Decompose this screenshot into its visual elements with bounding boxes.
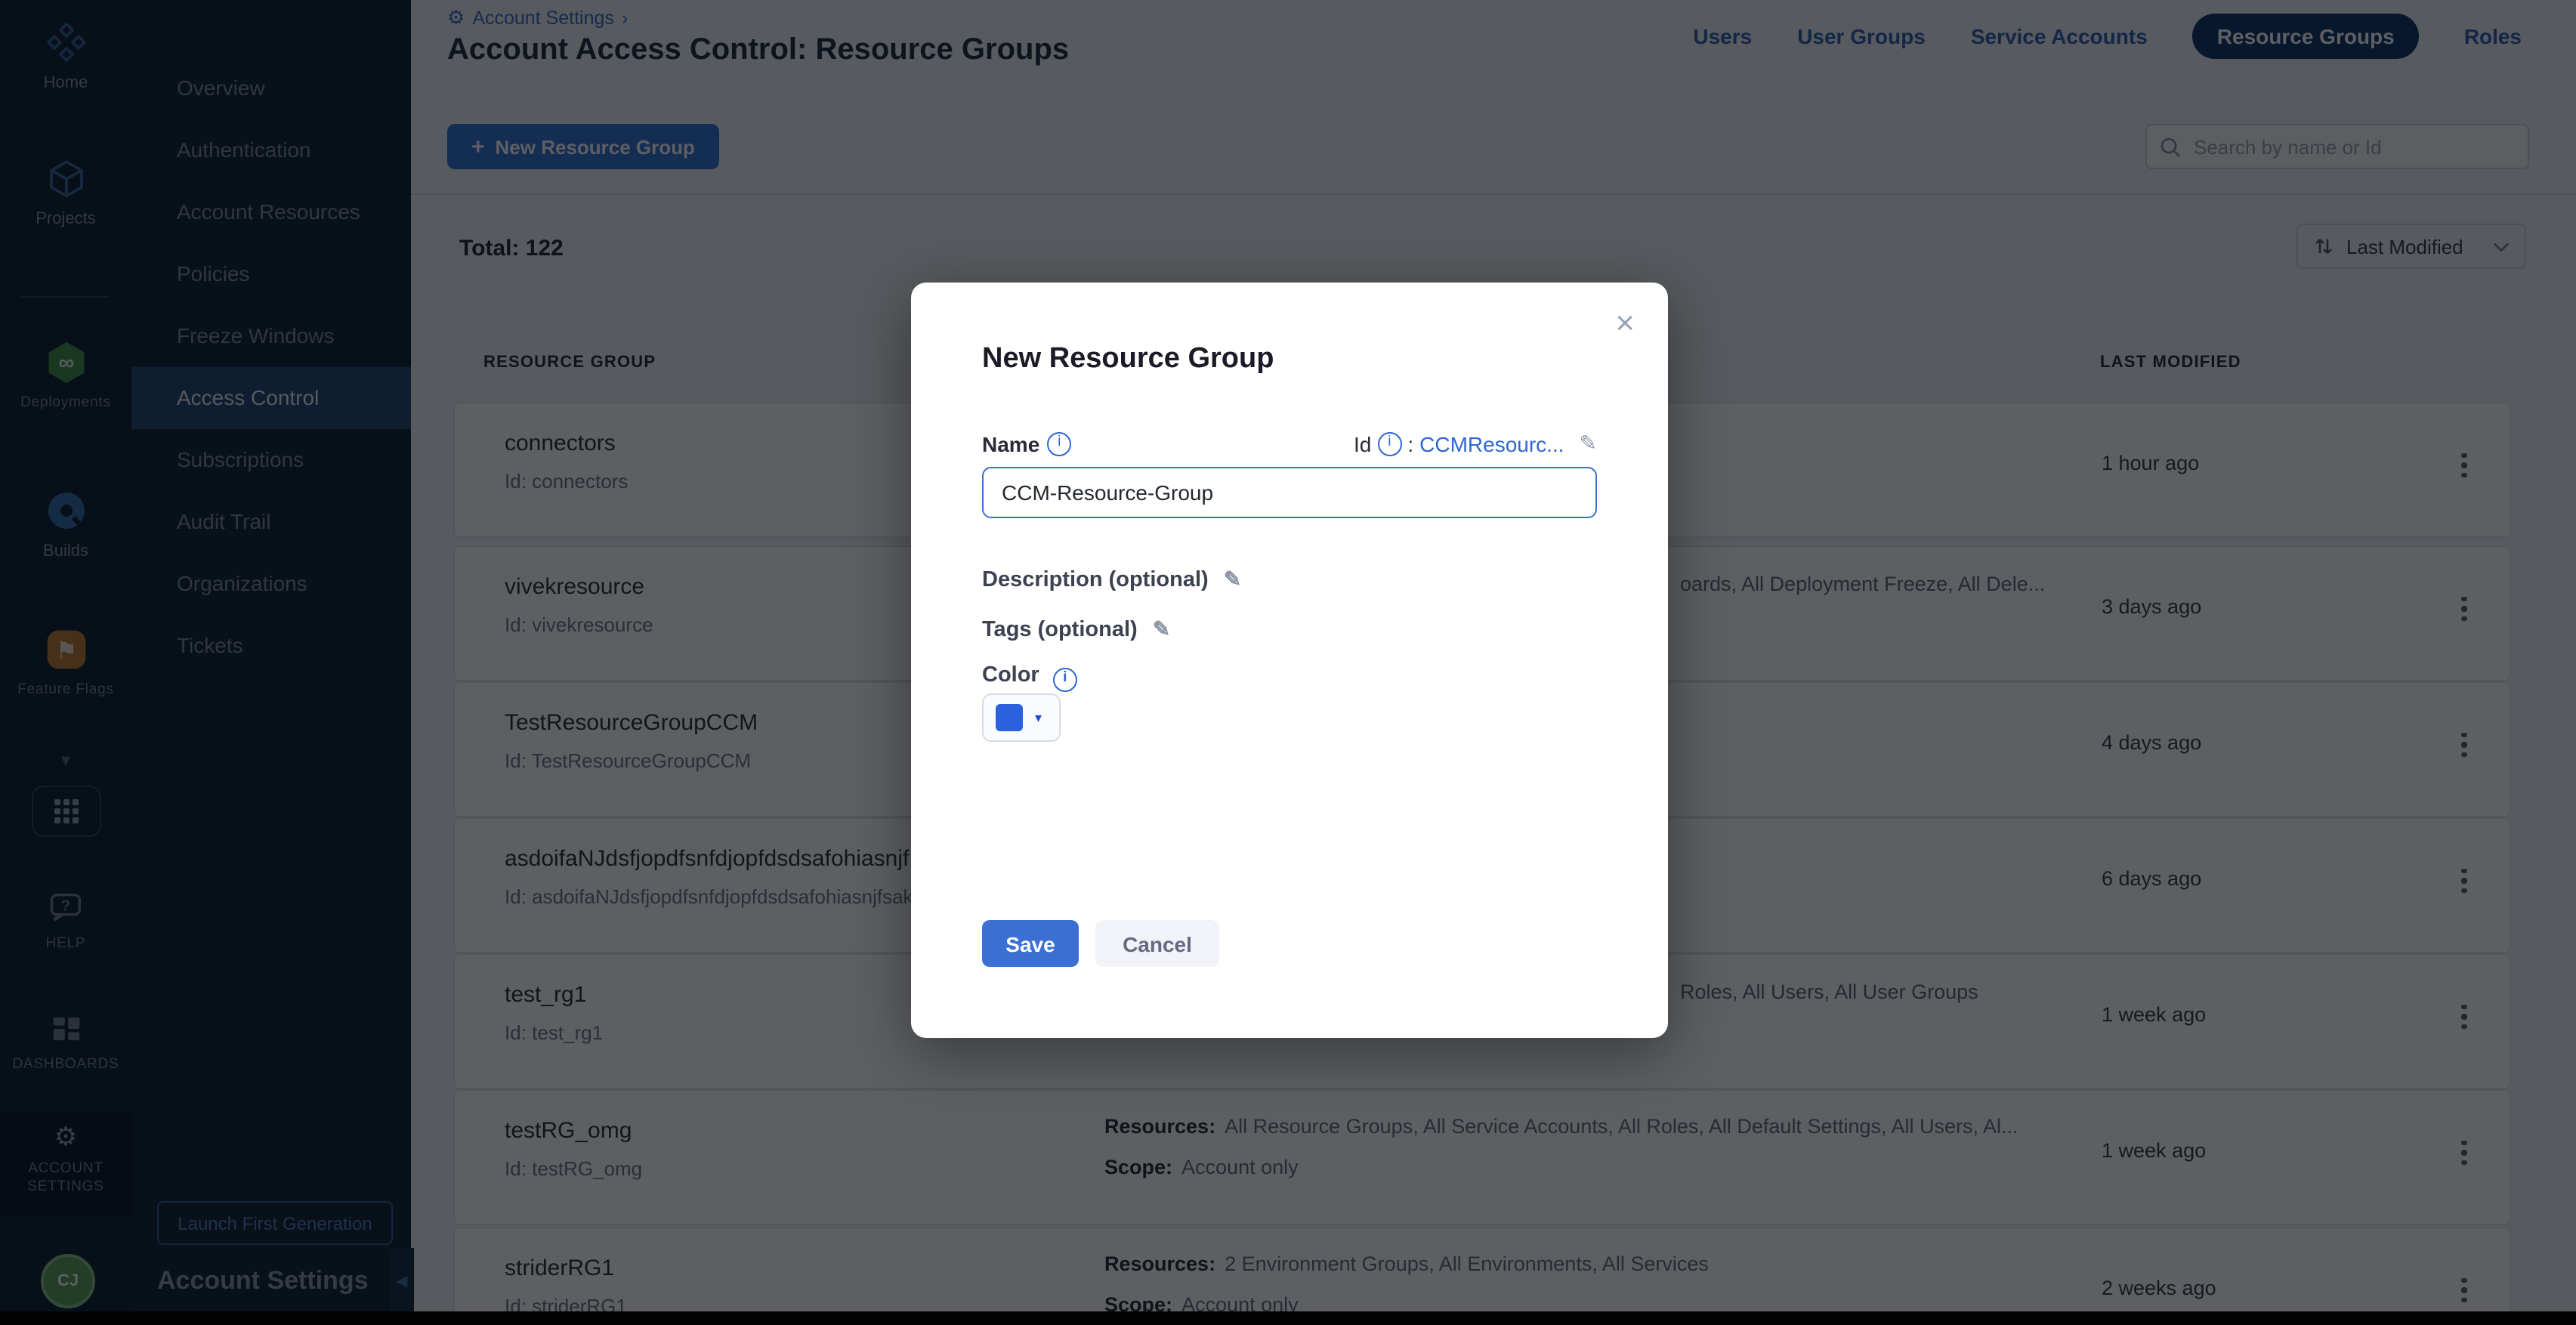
modal-title: New Resource Group	[982, 343, 1274, 376]
name-input[interactable]	[982, 467, 1597, 518]
edit-pencil-icon[interactable]: ✎	[1580, 431, 1597, 456]
id-separator: :	[1407, 431, 1413, 456]
color-swatch	[996, 704, 1023, 731]
color-label: Color	[982, 663, 1039, 687]
color-row: Color	[982, 663, 1077, 692]
chevron-down-icon: ▾	[1035, 709, 1042, 726]
tags-label: Tags (optional)	[982, 618, 1138, 642]
name-label: Name	[982, 431, 1039, 456]
description-row: Description (optional) ✎	[982, 567, 1241, 592]
edit-pencil-icon[interactable]: ✎	[1224, 567, 1241, 591]
id-value-link[interactable]: CCMResourc...	[1419, 431, 1564, 456]
bottom-edge-bar	[0, 1311, 2576, 1325]
id-label: Id	[1354, 431, 1371, 456]
app-root: Home Projects ∞ Deployments	[0, 0, 2576, 1325]
description-label: Description (optional)	[982, 568, 1209, 592]
info-icon[interactable]	[1053, 668, 1077, 692]
close-icon[interactable]: ×	[1615, 304, 1635, 343]
new-resource-group-modal: × New Resource Group Name Id : CCMResour…	[911, 283, 1668, 1038]
tags-row: Tags (optional) ✎	[982, 616, 1170, 642]
save-button[interactable]: Save	[982, 920, 1079, 967]
info-icon[interactable]	[1047, 431, 1071, 456]
cancel-button[interactable]: Cancel	[1095, 920, 1219, 967]
edit-pencil-icon[interactable]: ✎	[1153, 616, 1170, 641]
color-picker[interactable]: ▾	[982, 693, 1061, 742]
info-icon[interactable]	[1377, 431, 1401, 456]
